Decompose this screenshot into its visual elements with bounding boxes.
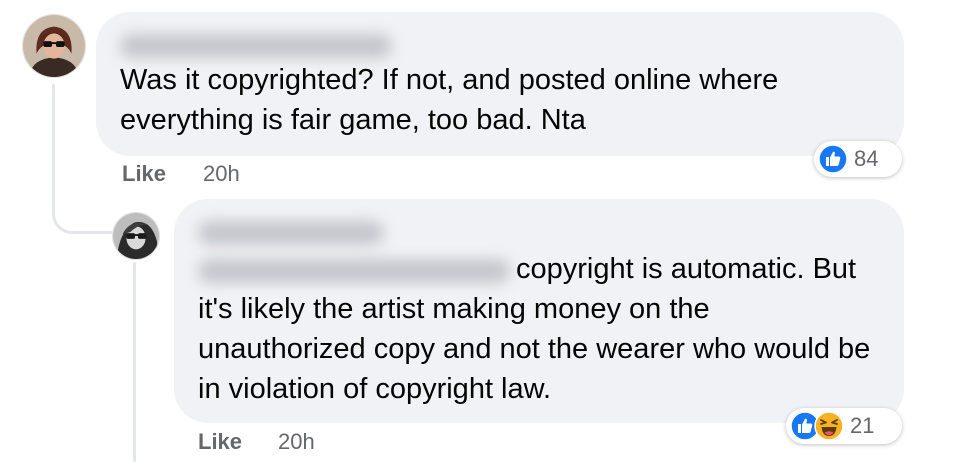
comment-text: Was it copyrighted? If not, and posted o… — [120, 64, 787, 136]
comment-text: copyright is automatic. But it's likely … — [198, 253, 879, 405]
comment-bubble: Was it copyrighted? If not, and posted o… — [96, 12, 904, 156]
like-icon — [818, 144, 848, 174]
author-name[interactable] — [120, 34, 392, 58]
author-name[interactable] — [198, 221, 384, 245]
reaction-count: 21 — [850, 413, 875, 438]
avatar[interactable] — [22, 14, 86, 78]
like-button[interactable]: Like — [122, 161, 166, 187]
reactions-summary[interactable]: 21 — [786, 408, 902, 444]
like-button[interactable]: Like — [198, 429, 242, 455]
profile-photo — [23, 15, 85, 77]
reaction-count: 84 — [854, 146, 879, 171]
thread-line — [52, 84, 55, 212]
comment-bubble: copyright is automatic. But it's likely … — [174, 199, 904, 423]
thread-line — [133, 262, 136, 462]
reply-connector — [52, 196, 112, 234]
reactions-summary[interactable]: 84 — [814, 141, 902, 177]
timestamp[interactable]: 20h — [278, 429, 315, 455]
profile-photo — [113, 213, 159, 259]
timestamp[interactable]: 20h — [203, 161, 240, 187]
haha-icon — [814, 411, 844, 441]
avatar[interactable] — [112, 212, 160, 260]
